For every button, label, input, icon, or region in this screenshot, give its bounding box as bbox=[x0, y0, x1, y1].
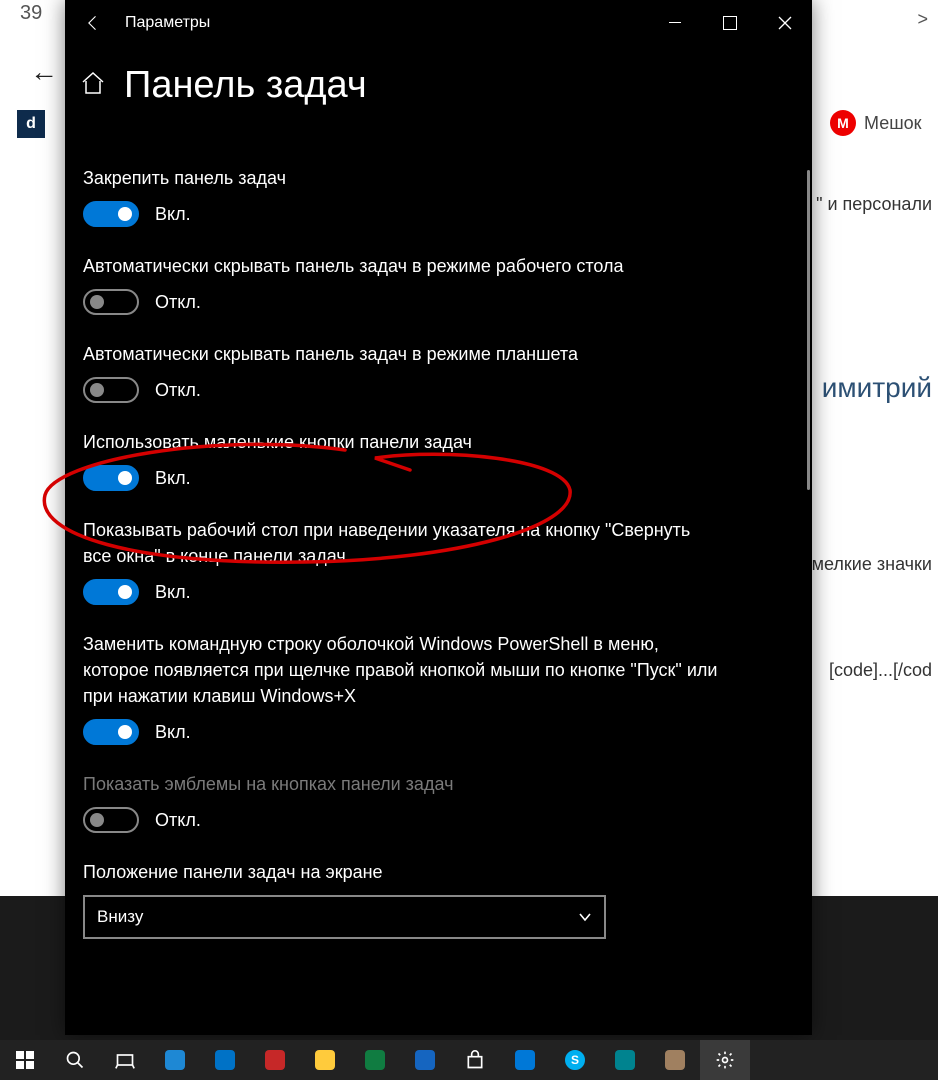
taskbar-explorer[interactable] bbox=[300, 1040, 350, 1080]
background-text: имитрий bbox=[822, 372, 932, 404]
skype-icon: S bbox=[565, 1050, 585, 1070]
toggle-state: Вкл. bbox=[155, 204, 191, 225]
tab-scroll-right[interactable]: > bbox=[917, 9, 928, 30]
back-button[interactable] bbox=[65, 0, 120, 45]
background-text: " и персонали bbox=[816, 194, 932, 215]
setting-label: Автоматически скрывать панель задач в ре… bbox=[83, 341, 723, 367]
taskbar-skype[interactable]: S bbox=[550, 1040, 600, 1080]
taskbar: S bbox=[0, 1040, 938, 1080]
taskbar-app-teal[interactable] bbox=[600, 1040, 650, 1080]
toggle-switch bbox=[83, 807, 139, 833]
app-red-icon bbox=[265, 1050, 285, 1070]
toggle-switch[interactable] bbox=[83, 289, 139, 315]
window-title: Параметры bbox=[125, 14, 210, 32]
taskbar-calculator[interactable] bbox=[500, 1040, 550, 1080]
calculator-icon bbox=[515, 1050, 535, 1070]
toggle-state: Вкл. bbox=[155, 468, 191, 489]
arrow-left-icon bbox=[83, 13, 103, 33]
app-tan-icon bbox=[665, 1050, 685, 1070]
toggle-state: Вкл. bbox=[155, 582, 191, 603]
store-icon bbox=[465, 1050, 485, 1070]
taskbar-position-dropdown[interactable]: Внизу bbox=[83, 895, 606, 939]
toggle-switch[interactable] bbox=[83, 201, 139, 227]
home-icon bbox=[80, 70, 106, 96]
home-button[interactable] bbox=[80, 70, 106, 101]
taskbar-edge[interactable] bbox=[150, 1040, 200, 1080]
dropdown-value: Внизу bbox=[97, 907, 143, 927]
setting-label: Закрепить панель задач bbox=[83, 165, 723, 191]
toggle-switch[interactable] bbox=[83, 465, 139, 491]
tab-count-badge: 39 bbox=[20, 2, 42, 25]
browser-back-button[interactable]: ← bbox=[30, 56, 58, 88]
setting-label: Показывать рабочий стол при наведении ук… bbox=[83, 517, 723, 569]
taskbar-start[interactable] bbox=[0, 1040, 50, 1080]
bookmark-label: Мешок bbox=[864, 113, 922, 134]
setting-label: Заменить командную строку оболочкой Wind… bbox=[83, 631, 723, 709]
taskbar-task-view[interactable] bbox=[100, 1040, 150, 1080]
taskbar-search[interactable] bbox=[50, 1040, 100, 1080]
toggle-state: Откл. bbox=[155, 810, 201, 831]
close-button[interactable] bbox=[757, 0, 812, 45]
edge-icon bbox=[165, 1050, 185, 1070]
taskbar-store[interactable] bbox=[450, 1040, 500, 1080]
chevron-down-icon bbox=[578, 910, 592, 924]
task-view-icon bbox=[115, 1050, 135, 1070]
toggle-state: Вкл. bbox=[155, 722, 191, 743]
explorer-icon bbox=[315, 1050, 335, 1070]
app-blue-icon bbox=[415, 1050, 435, 1070]
setting-label: Положение панели задач на экране bbox=[83, 859, 723, 885]
window-titlebar: Параметры bbox=[65, 0, 812, 45]
toggle-switch[interactable] bbox=[83, 377, 139, 403]
taskbar-app-blue[interactable] bbox=[400, 1040, 450, 1080]
taskbar-mail[interactable] bbox=[200, 1040, 250, 1080]
settings-window: Параметры Панель задач Закрепить панель … bbox=[65, 0, 812, 1035]
bookmark-meshok[interactable]: M Мешок bbox=[830, 110, 922, 136]
start-icon bbox=[16, 1051, 34, 1069]
site-logo-d[interactable]: d bbox=[17, 110, 45, 138]
search-icon bbox=[65, 1050, 85, 1070]
toggle-state: Откл. bbox=[155, 380, 201, 401]
maximize-button[interactable] bbox=[702, 0, 757, 45]
page-title: Панель задач bbox=[124, 64, 367, 107]
taskbar-excel[interactable] bbox=[350, 1040, 400, 1080]
close-icon bbox=[778, 16, 792, 30]
mail-icon bbox=[215, 1050, 235, 1070]
setting-label: Показать эмблемы на кнопках панели задач bbox=[83, 771, 723, 797]
toggle-state: Откл. bbox=[155, 292, 201, 313]
app-teal-icon bbox=[615, 1050, 635, 1070]
minimize-button[interactable] bbox=[647, 0, 702, 45]
taskbar-app-tan[interactable] bbox=[650, 1040, 700, 1080]
setting-label: Использовать маленькие кнопки панели зад… bbox=[83, 429, 723, 455]
toggle-switch[interactable] bbox=[83, 579, 139, 605]
meshok-icon: M bbox=[830, 110, 856, 136]
background-text: мелкие значки bbox=[812, 554, 932, 575]
setting-label: Автоматически скрывать панель задач в ре… bbox=[83, 253, 723, 279]
gear-icon bbox=[715, 1050, 735, 1070]
background-text: [code]...[/cod bbox=[829, 660, 932, 681]
excel-icon bbox=[365, 1050, 385, 1070]
taskbar-app-red[interactable] bbox=[250, 1040, 300, 1080]
toggle-switch[interactable] bbox=[83, 719, 139, 745]
taskbar-settings[interactable] bbox=[700, 1040, 750, 1080]
